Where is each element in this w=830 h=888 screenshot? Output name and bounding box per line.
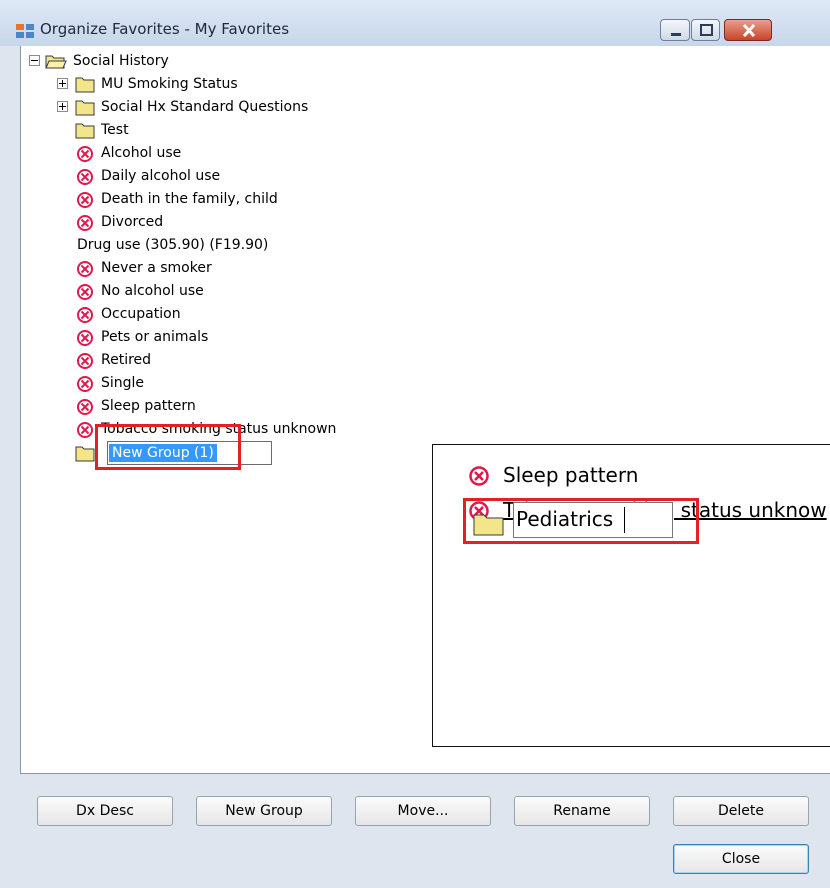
tree-item-label: Retired	[101, 352, 152, 368]
favorites-tree-panel[interactable]: Social History MU Smoking Status Social H…	[20, 46, 830, 774]
close-button[interactable]: Close	[673, 844, 809, 874]
tree-root-social-history[interactable]: Social History	[21, 51, 321, 73]
minimize-icon	[671, 33, 681, 36]
red-x-circle-icon	[77, 307, 93, 323]
folder-icon	[75, 77, 95, 93]
tree-item[interactable]: Divorced	[21, 212, 421, 234]
tree-item[interactable]: Retired	[21, 350, 421, 372]
folder-icon	[75, 100, 95, 116]
new-group-button[interactable]: New Group	[196, 796, 332, 826]
tree-item[interactable]: Single	[21, 373, 421, 395]
tree-item[interactable]: Daily alcohol use	[21, 166, 421, 188]
red-x-circle-icon	[469, 466, 489, 486]
tree-item[interactable]: Occupation	[21, 304, 421, 326]
title-bar[interactable]: Organize Favorites - My Favorites	[0, 0, 830, 46]
close-window-button[interactable]	[724, 19, 772, 41]
dx-desc-button[interactable]: Dx Desc	[37, 796, 173, 826]
close-icon	[742, 23, 756, 38]
red-x-circle-icon	[77, 146, 93, 162]
maximize-icon	[700, 24, 713, 36]
zoom-inset: Sleep pattern Tobacco smoking status unk…	[432, 444, 830, 747]
red-x-circle-icon	[77, 169, 93, 185]
tree-item[interactable]: Alcohol use	[21, 143, 421, 165]
expand-plus-icon[interactable]	[57, 101, 68, 112]
tree-item[interactable]: Drug use (305.90) (F19.90)	[21, 235, 421, 257]
red-x-circle-icon	[77, 399, 93, 415]
tree-item-label: Drug use (305.90) (F19.90)	[77, 237, 269, 253]
tree-item-label: Death in the family, child	[101, 191, 278, 207]
red-x-circle-icon	[77, 192, 93, 208]
red-x-circle-icon	[77, 353, 93, 369]
highlight-box-pediatrics	[463, 498, 699, 544]
tree-item-label: Occupation	[101, 306, 181, 322]
tree-item[interactable]: No alcohol use	[21, 281, 421, 303]
tree-item[interactable]: Sleep pattern	[21, 396, 421, 418]
move-button[interactable]: Move...	[355, 796, 491, 826]
tree-item[interactable]: Test	[21, 120, 421, 142]
tree-item-label: Pets or animals	[101, 329, 209, 345]
tree-item-label: Never a smoker	[101, 260, 212, 276]
tree-item[interactable]: Death in the family, child	[21, 189, 421, 211]
red-x-circle-icon	[77, 215, 93, 231]
collapse-minus-icon[interactable]	[29, 55, 40, 66]
tree-item-label: Daily alcohol use	[101, 168, 221, 184]
highlight-box-new-group	[95, 424, 241, 470]
window-title: Organize Favorites - My Favorites	[40, 20, 290, 38]
tree-item[interactable]: MU Smoking Status	[21, 74, 421, 96]
tree-item[interactable]: Never a smoker	[21, 258, 421, 280]
red-x-circle-icon	[77, 330, 93, 346]
red-x-circle-icon	[77, 261, 93, 277]
tree-item-label: Divorced	[101, 214, 164, 230]
tree-item-label: Test	[101, 122, 129, 138]
maximize-button[interactable]	[691, 19, 720, 41]
open-folder-icon	[45, 55, 67, 69]
tree-item-label: MU Smoking Status	[101, 76, 238, 92]
red-x-circle-icon	[77, 284, 93, 300]
folder-icon	[75, 446, 95, 462]
red-x-circle-icon	[77, 376, 93, 392]
folder-icon	[75, 123, 95, 139]
tree-item-label: No alcohol use	[101, 283, 204, 299]
red-x-circle-icon	[77, 422, 93, 438]
rename-button[interactable]: Rename	[514, 796, 650, 826]
tree-item-label: Single	[101, 375, 145, 391]
tree-item-label: Social Hx Standard Questions	[101, 99, 309, 115]
tree-item-label: Social History	[73, 53, 169, 69]
tree-item-label: Sleep pattern	[101, 398, 196, 414]
minimize-button[interactable]	[660, 19, 690, 41]
tree-item[interactable]: Social Hx Standard Questions	[21, 97, 421, 119]
delete-button[interactable]: Delete	[673, 796, 809, 826]
organize-favorites-window: Organize Favorites - My Favorites Social…	[0, 0, 830, 888]
tree-item-label: Alcohol use	[101, 145, 182, 161]
expand-plus-icon[interactable]	[57, 78, 68, 89]
zoom-item-label: Sleep pattern	[503, 463, 639, 487]
tree-item[interactable]: Pets or animals	[21, 327, 421, 349]
app-window-icon	[16, 24, 34, 38]
